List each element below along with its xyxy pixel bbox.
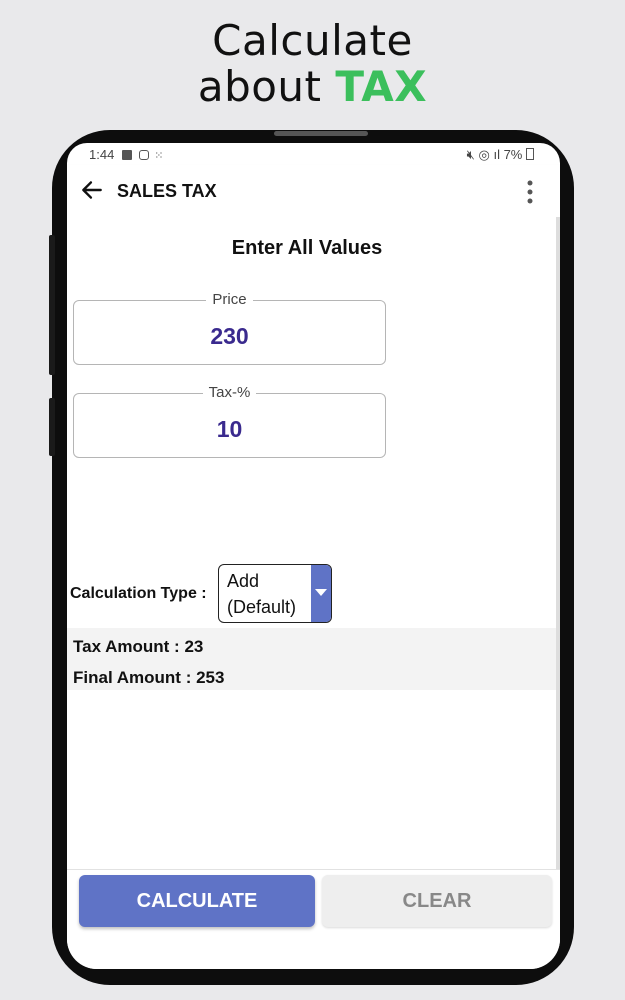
status-time: 1:44: [89, 147, 115, 162]
phone-screen: 1:44 ⁙ 🔇︎ ◎ ıl 7% SALES TAX Enter All Va…: [67, 143, 560, 969]
banner-line-2-prefix: about: [197, 62, 322, 111]
results-panel: Tax Amount : 23 Final Amount : 253: [67, 628, 556, 690]
main-content: Enter All Values Price 230 Tax-% 10 Calc…: [67, 217, 556, 869]
app-title: SALES TAX: [117, 181, 217, 201]
tax-field-label: Tax-%: [74, 384, 385, 401]
phone-volume-button: [49, 235, 55, 375]
section-title: Enter All Values: [231, 237, 383, 259]
banner-line-1: Calculate: [212, 16, 413, 65]
battery-icon: [526, 148, 534, 160]
calculation-type-label: Calculation Type :: [70, 585, 207, 602]
price-label-text: Price: [206, 291, 253, 308]
app-grid-notification-icon: ⁙: [154, 150, 164, 162]
price-field-label: Price: [74, 291, 385, 308]
banner-accent-text: TAX: [335, 62, 428, 111]
phone-speaker: [274, 131, 368, 136]
signal-icon: ıl: [493, 147, 500, 162]
final-amount-result: Final Amount : 253: [73, 668, 225, 687]
app-bar: SALES TAX: [67, 165, 560, 217]
clear-button[interactable]: CLEAR: [322, 875, 552, 927]
tax-label-text: Tax-%: [202, 384, 257, 401]
more-options-icon[interactable]: [526, 179, 534, 205]
dropdown-value-line-1: Add: [227, 571, 260, 591]
dropdown-arrow-button[interactable]: [311, 565, 331, 622]
mute-icon: 🔇︎: [466, 147, 475, 162]
banner-line-2: about TAX: [0, 64, 625, 110]
tax-percent-field[interactable]: Tax-% 10: [73, 384, 386, 458]
calculation-type-dropdown[interactable]: Add (Default): [218, 564, 332, 623]
dropdown-selected-value: Add (Default): [227, 568, 296, 620]
scrollbar-track: [556, 217, 560, 869]
instagram-notification-icon: [138, 150, 149, 160]
dropdown-value-line-2: (Default): [227, 597, 297, 617]
facebook-notification-icon: [121, 150, 132, 160]
status-right: 🔇︎ ◎ ıl 7%: [467, 147, 534, 163]
battery-percent: 7%: [503, 147, 523, 162]
chevron-down-icon: [315, 589, 327, 596]
promo-banner: Calculate about TAX: [0, 18, 625, 110]
price-input-value[interactable]: 230: [74, 323, 385, 350]
tax-amount-result: Tax Amount : 23: [73, 637, 204, 656]
price-field[interactable]: Price 230: [73, 291, 386, 365]
status-bar: 1:44 ⁙ 🔇︎ ◎ ıl 7%: [67, 143, 560, 165]
phone-power-button: [49, 398, 55, 456]
back-arrow-icon[interactable]: [79, 177, 105, 203]
calculate-button[interactable]: CALCULATE: [79, 875, 315, 927]
status-left: 1:44 ⁙: [89, 147, 163, 162]
hotspot-icon: ◎: [478, 147, 490, 162]
tax-input-value[interactable]: 10: [74, 416, 385, 443]
action-bar: CALCULATE CLEAR: [67, 869, 560, 969]
